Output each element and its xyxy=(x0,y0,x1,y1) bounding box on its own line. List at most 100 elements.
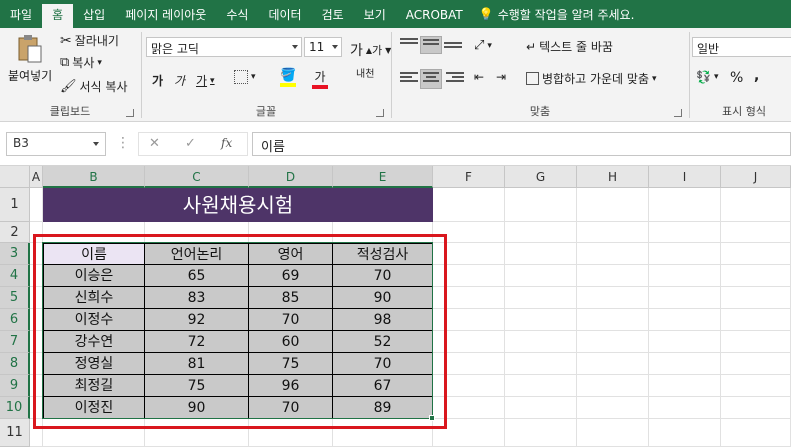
tab-insert[interactable]: 삽입 xyxy=(73,0,115,28)
underline-glyph: 가 xyxy=(196,74,208,88)
select-all-corner[interactable] xyxy=(0,166,30,188)
orientation-icon: ⤢ xyxy=(474,38,485,53)
row-header-3[interactable]: 3 xyxy=(0,243,30,265)
column-header-d[interactable]: D xyxy=(249,166,333,188)
tab-page-layout[interactable]: 페이지 레이아웃 xyxy=(115,0,216,28)
align-center-icon[interactable] xyxy=(420,69,442,89)
column-header-f[interactable]: F xyxy=(433,166,505,188)
alignment-group-label: 맞춤 xyxy=(529,105,551,118)
lightbulb-icon: 💡 xyxy=(478,7,494,21)
paint-bucket-icon: 🪣 xyxy=(280,68,297,83)
increase-indent-icon[interactable]: ⇥ xyxy=(496,70,506,84)
wrap-text-button[interactable]: ↵ 텍스트 줄 바꿈 xyxy=(526,38,613,55)
clipboard-group: 붙여넣기 ✂ 잘라내기 ⧉ 복사 ▾ 🖌 서식 복사 클립보드 xyxy=(0,28,140,122)
column-header-a[interactable]: A xyxy=(30,166,43,188)
align-middle-icon[interactable] xyxy=(420,36,442,54)
font-color-glyph: 가 xyxy=(314,70,326,84)
bold-button[interactable]: 가 xyxy=(152,72,163,89)
column-header-j[interactable]: J xyxy=(721,166,791,188)
row-header-5[interactable]: 5 xyxy=(0,287,30,309)
copy-icon: ⧉ xyxy=(60,55,70,70)
name-box-value: B3 xyxy=(13,136,29,150)
clipboard-launcher-icon[interactable] xyxy=(126,109,134,117)
merge-center-button[interactable]: 병합하고 가운데 맞춤 ▾ xyxy=(526,70,657,87)
tab-review[interactable]: 검토 xyxy=(312,0,354,28)
border-button[interactable]: ▾ xyxy=(234,70,256,84)
phonetic-button[interactable]: 내천 xyxy=(356,70,374,80)
tab-formulas[interactable]: 수식 xyxy=(216,0,258,28)
cut-button[interactable]: ✂ 잘라내기 xyxy=(60,32,119,49)
font-name-select[interactable]: 맑은 고딕 xyxy=(146,37,302,57)
clipboard-group-label: 클립보드 xyxy=(49,105,91,118)
formula-input[interactable]: 이름 xyxy=(252,132,791,156)
row-header-11[interactable]: 11 xyxy=(0,419,30,447)
font-name-value: 맑은 고딕 xyxy=(151,42,199,56)
column-header-i[interactable]: I xyxy=(649,166,721,188)
wrap-text-label: 텍스트 줄 바꿈 xyxy=(539,40,613,54)
name-box[interactable]: B3 xyxy=(6,132,106,156)
tab-home[interactable]: 홈 xyxy=(42,4,74,28)
shrink-font-button[interactable]: 가 ▼ xyxy=(372,42,391,58)
tab-acrobat[interactable]: ACROBAT xyxy=(396,0,473,28)
font-launcher-icon[interactable] xyxy=(376,109,384,117)
wrap-text-icon: ↵ xyxy=(526,39,537,54)
paste-label: 붙여넣기 xyxy=(8,69,53,83)
copy-button[interactable]: ⧉ 복사 ▾ xyxy=(60,54,102,71)
merge-icon xyxy=(526,72,539,85)
font-color-button[interactable]: 가 xyxy=(312,68,328,89)
orientation-button[interactable]: ⤢ ▾ xyxy=(474,38,492,53)
align-top-icon[interactable] xyxy=(400,38,418,52)
merge-center-label: 병합하고 가운데 맞춤 xyxy=(542,72,649,86)
number-format-select[interactable]: 일반 xyxy=(692,37,791,57)
column-header-c[interactable]: C xyxy=(145,166,249,188)
tell-me-search[interactable]: 💡 수행할 작업을 알려 주세요. xyxy=(473,6,635,23)
row-header-10[interactable]: 10 xyxy=(0,397,30,419)
underline-button[interactable]: 가 ▾ xyxy=(196,72,215,89)
align-left-icon[interactable] xyxy=(400,72,418,86)
row-header-7[interactable]: 7 xyxy=(0,331,30,353)
gridline xyxy=(720,188,721,447)
row-header-9[interactable]: 9 xyxy=(0,375,30,397)
tab-view[interactable]: 보기 xyxy=(354,0,396,28)
enter-icon[interactable]: ✓ xyxy=(185,136,196,151)
tab-file[interactable]: 파일 xyxy=(0,0,42,28)
column-header-g[interactable]: G xyxy=(505,166,577,188)
formula-bar-grip-icon: ⋮ xyxy=(116,135,130,151)
insert-function-icon[interactable]: fx xyxy=(221,136,232,150)
italic-glyph: 가 xyxy=(174,74,186,88)
phonetic-glyph: 내천 xyxy=(356,69,375,80)
row-header-8[interactable]: 8 xyxy=(0,353,30,375)
row-header-6[interactable]: 6 xyxy=(0,309,30,331)
tell-me-text: 수행할 작업을 알려 주세요. xyxy=(497,7,635,22)
gridline xyxy=(648,188,649,447)
decrease-indent-icon[interactable]: ⇤ xyxy=(474,70,484,84)
tab-data[interactable]: 데이터 xyxy=(258,0,311,28)
accounting-format-button[interactable]: 💱 ▾ xyxy=(696,70,718,84)
column-header-b[interactable]: B xyxy=(43,166,145,188)
font-size-select[interactable]: 11 xyxy=(304,37,342,57)
alignment-launcher-icon[interactable] xyxy=(674,109,682,117)
grow-font-button[interactable]: 가 ▲ xyxy=(350,40,372,60)
title-cell[interactable]: 사원채용시험 xyxy=(43,188,433,222)
align-bottom-icon[interactable] xyxy=(444,42,462,56)
row-header-4[interactable]: 4 xyxy=(0,265,30,287)
row-header-2[interactable]: 2 xyxy=(0,222,30,243)
italic-button[interactable]: 가 xyxy=(174,72,185,89)
cancel-icon[interactable]: ✕ xyxy=(149,136,160,151)
percent-style-button[interactable]: % xyxy=(730,70,743,86)
currency-icon: 💱 xyxy=(696,70,711,84)
copy-label: 복사 xyxy=(72,56,95,70)
align-right-icon[interactable] xyxy=(446,72,464,86)
format-painter-button[interactable]: 🖌 서식 복사 xyxy=(60,78,128,95)
paste-button[interactable]: 붙여넣기 xyxy=(8,34,52,84)
menu-bar: 파일 홈 삽입 페이지 레이아웃 수식 데이터 검토 보기 ACROBAT 💡 … xyxy=(0,0,791,28)
brush-icon: 🖌 xyxy=(60,79,77,94)
row-header-1[interactable]: 1 xyxy=(0,188,30,222)
fill-color-button[interactable]: 🪣 xyxy=(280,68,296,87)
column-header-e[interactable]: E xyxy=(333,166,433,188)
gridline xyxy=(576,188,577,447)
worksheet-grid[interactable]: A B C D E F G H I J 1 2 3 4 5 6 7 8 9 10 11 사원채용시험 이름 언어논리 영어 적성검… xyxy=(0,166,791,447)
column-header-h[interactable]: H xyxy=(577,166,649,188)
border-icon xyxy=(234,70,248,84)
comma-style-button[interactable]: , xyxy=(754,68,759,84)
